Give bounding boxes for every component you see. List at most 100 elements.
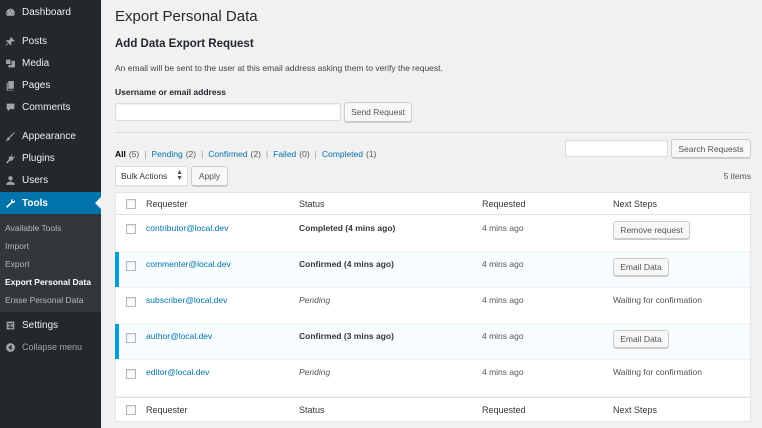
- menu-posts-label: Posts: [22, 35, 48, 47]
- submenu-import[interactable]: Import: [5, 241, 29, 251]
- table-row: editor@local.dev Pending 4 mins ago Wait…: [116, 360, 750, 397]
- menu-tools-label: Tools: [22, 197, 48, 209]
- requester-email-link[interactable]: subscriber@local.dev: [146, 295, 227, 305]
- row-checkbox[interactable]: [126, 261, 136, 271]
- filter-separator: |: [201, 149, 204, 159]
- submenu-erase-personal-data[interactable]: Erase Personal Data: [5, 295, 83, 305]
- status-filters: All (5) | Pending (2) | Confirmed (2) | Fai…: [115, 149, 376, 159]
- bulk-actions-value: Bulk Actions: [121, 171, 168, 181]
- submenu-export[interactable]: Export: [5, 259, 30, 269]
- row-checkbox[interactable]: [126, 297, 136, 307]
- username-email-input[interactable]: [115, 103, 341, 121]
- filter-confirmed-count: (2): [250, 149, 261, 159]
- filter-all[interactable]: All: [115, 149, 126, 159]
- requester-email-link[interactable]: contributor@local.dev: [146, 223, 228, 233]
- comment-icon: [4, 101, 16, 113]
- menu-tools[interactable]: Tools: [0, 192, 101, 214]
- menu-settings[interactable]: Settings: [0, 314, 101, 336]
- section-title: Add Data Export Request: [115, 38, 254, 50]
- email-data-button[interactable]: Email Data: [613, 258, 669, 276]
- request-status: Confirmed (4 mins ago): [299, 259, 394, 269]
- column-requested[interactable]: Requested: [482, 199, 526, 209]
- filter-all-count: (5): [128, 149, 140, 159]
- column-next-steps: Next Steps: [613, 199, 658, 209]
- menu-comments[interactable]: Comments: [0, 96, 101, 118]
- filter-failed-count: (0): [299, 149, 310, 159]
- menu-posts[interactable]: Posts: [0, 30, 101, 52]
- dashboard-icon: [4, 6, 16, 18]
- next-step-text: Waiting for confirmation: [613, 367, 702, 377]
- menu-users[interactable]: Users: [0, 169, 101, 191]
- select-arrows-icon: ▲ ▼: [176, 169, 183, 182]
- menu-media-label: Media: [22, 57, 50, 69]
- menu-appearance-label: Appearance: [22, 130, 76, 142]
- select-all-checkbox[interactable]: [126, 199, 136, 209]
- table-row: contributor@local.dev Completed (4 mins …: [116, 215, 750, 252]
- filter-completed-count: (1): [366, 149, 377, 159]
- user-icon: [4, 174, 16, 186]
- row-checkbox[interactable]: [126, 333, 136, 343]
- username-email-label: Username or email address: [115, 87, 227, 97]
- wrench-icon: [4, 197, 16, 209]
- menu-media[interactable]: Media: [0, 52, 101, 74]
- menu-pages[interactable]: Pages: [0, 74, 101, 96]
- menu-plugins[interactable]: Plugins: [0, 147, 101, 169]
- pin-icon: [4, 35, 16, 47]
- column-next-steps: Next Steps: [613, 405, 658, 415]
- menu-plugins-label: Plugins: [22, 152, 55, 164]
- settings-icon: [4, 319, 16, 331]
- email-data-button[interactable]: Email Data: [613, 330, 669, 348]
- collapse-menu-button[interactable]: Collapse menu: [0, 336, 101, 358]
- table-header-row: Requester Status Requested Next Steps: [116, 193, 750, 215]
- collapse-icon: [4, 341, 16, 353]
- submenu-export-personal-data[interactable]: Export Personal Data: [5, 277, 91, 287]
- requested-time: 4 mins ago: [482, 331, 524, 341]
- select-all-checkbox[interactable]: [126, 405, 136, 415]
- requested-time: 4 mins ago: [482, 295, 524, 305]
- search-requests-button[interactable]: Search Requests: [671, 139, 751, 158]
- row-checkbox[interactable]: [126, 369, 136, 379]
- column-status: Status: [299, 405, 325, 415]
- page-title: Export Personal Data: [115, 8, 258, 25]
- table-row: commenter@local.dev Confirmed (4 mins ag…: [115, 252, 750, 288]
- remove-request-button[interactable]: Remove request: [613, 221, 690, 239]
- pages-icon: [4, 79, 16, 91]
- menu-pages-label: Pages: [22, 79, 51, 91]
- request-description: An email will be sent to the user at thi…: [115, 63, 443, 73]
- tools-submenu: Available Tools Import Export Export Per…: [0, 214, 101, 312]
- row-checkbox[interactable]: [126, 224, 136, 234]
- apply-button[interactable]: Apply: [191, 166, 228, 186]
- request-status: Pending: [299, 367, 331, 377]
- submenu-available-tools[interactable]: Available Tools: [5, 223, 61, 233]
- requester-email-link[interactable]: author@local.dev: [146, 331, 212, 341]
- requested-time: 4 mins ago: [482, 223, 524, 233]
- column-requested[interactable]: Requested: [482, 405, 526, 415]
- filter-separator: |: [314, 149, 317, 159]
- filter-separator: |: [144, 149, 147, 159]
- main-content: Export Personal Data Add Data Export Req…: [101, 0, 762, 428]
- requester-email-link[interactable]: commenter@local.dev: [146, 259, 231, 269]
- filter-confirmed[interactable]: Confirmed: [208, 149, 247, 159]
- column-requester[interactable]: Requester: [146, 405, 188, 415]
- menu-appearance[interactable]: Appearance: [0, 125, 101, 147]
- filter-completed[interactable]: Completed: [322, 149, 363, 159]
- column-status: Status: [299, 199, 325, 209]
- requests-table: Requester Status Requested Next Steps co…: [115, 192, 751, 422]
- brush-icon: [4, 130, 16, 142]
- search-requests-input[interactable]: [565, 140, 668, 157]
- section-divider: [115, 132, 751, 133]
- menu-comments-label: Comments: [22, 101, 71, 113]
- send-request-button[interactable]: Send Request: [344, 102, 412, 122]
- filter-failed[interactable]: Failed: [273, 149, 296, 159]
- bulk-actions-select[interactable]: Bulk Actions ▲ ▼: [115, 166, 188, 186]
- requester-email-link[interactable]: editor@local.dev: [146, 367, 209, 377]
- table-row: subscriber@local.dev Pending 4 mins ago …: [116, 288, 750, 324]
- items-count: 5 items: [723, 171, 751, 181]
- request-status: Pending: [299, 295, 331, 305]
- menu-dashboard-label: Dashboard: [22, 6, 71, 18]
- column-requester[interactable]: Requester: [146, 199, 188, 209]
- filter-pending[interactable]: Pending: [151, 149, 182, 159]
- menu-dashboard[interactable]: Dashboard: [0, 1, 101, 23]
- collapse-menu-label: Collapse menu: [22, 342, 83, 352]
- plug-icon: [4, 152, 16, 164]
